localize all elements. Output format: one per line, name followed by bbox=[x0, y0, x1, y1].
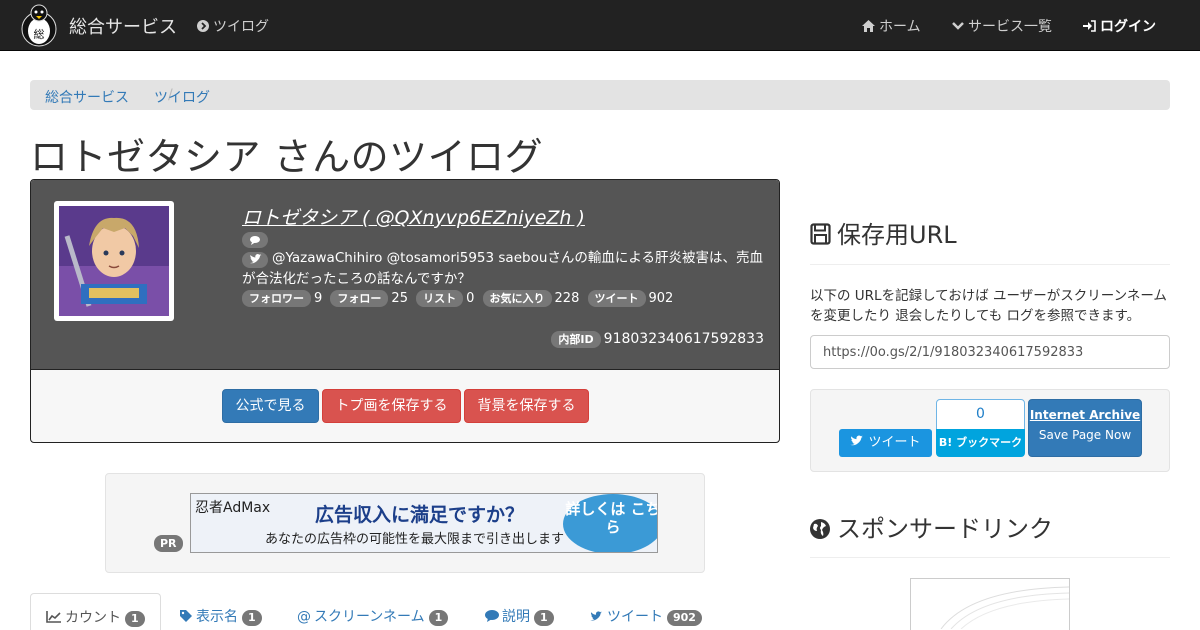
share-buttons: ツイート 0 B! ブックマーク Internet Archive Save P… bbox=[810, 389, 1170, 472]
sponsor-heading: スポンサードリンク bbox=[810, 509, 1053, 544]
ad-cta: 詳しくは こちら bbox=[563, 494, 657, 552]
followers-value: 9 bbox=[314, 291, 323, 306]
nav-services-label: サービス一覧 bbox=[968, 19, 1052, 35]
tweets-label: ツイート bbox=[587, 290, 646, 307]
favorites-value: 228 bbox=[554, 291, 580, 306]
twitter-icon bbox=[590, 611, 602, 621]
navbar: 総 総合サービス ツイログ ホーム サービス一覧 ログイン bbox=[0, 0, 1200, 51]
nav-tool-link[interactable]: ツイログ bbox=[197, 16, 269, 36]
save-background-button[interactable]: 背景を保存する bbox=[464, 389, 589, 423]
ad-banner[interactable]: 忍者AdMax 広告収入に満足ですか？ あなたの広告枠の可能性を最大限まで引き出… bbox=[190, 493, 658, 553]
profile-panel: ロトゼタシア ( @QXnyvp6EZniyeZh ) @YazawaChihi… bbox=[30, 179, 780, 443]
hatena-bookmark-count[interactable]: 0 bbox=[936, 399, 1025, 430]
tab-display-name-label: 表示名 bbox=[196, 609, 238, 625]
svg-text:総: 総 bbox=[34, 27, 45, 41]
tab-description[interactable]: 説明 1 bbox=[485, 593, 554, 630]
chart-line-icon bbox=[46, 611, 61, 623]
brand-title[interactable]: 総合サービス bbox=[69, 13, 177, 39]
followers-label: フォロワー bbox=[242, 290, 311, 307]
tab-tweets-label: ツイート bbox=[607, 609, 663, 625]
sponsor-ad-graphic bbox=[940, 586, 1070, 630]
internal-id-label: 内部ID bbox=[551, 331, 601, 348]
favorites-label: お気に入り bbox=[482, 290, 552, 307]
tab-screen-name[interactable]: @ スクリーンネーム 1 bbox=[297, 593, 449, 630]
tab-display-name[interactable]: 表示名 1 bbox=[180, 593, 262, 630]
internet-archive-title: Internet Archive bbox=[1029, 408, 1141, 422]
chevron-down-icon bbox=[952, 22, 964, 30]
comment-icon bbox=[250, 236, 260, 245]
breadcrumb-home-link[interactable]: 総合サービス bbox=[45, 87, 129, 107]
ad-box: 忍者AdMax 広告収入に満足ですか？ あなたの広告枠の可能性を最大限まで引き出… bbox=[105, 473, 705, 573]
lists-label: リスト bbox=[416, 290, 464, 307]
chevron-circle-right-icon bbox=[197, 20, 209, 32]
tab-screen-name-badge: 1 bbox=[428, 610, 449, 626]
save-url-title: 保存用URL bbox=[837, 221, 957, 249]
globe-icon bbox=[810, 519, 830, 539]
tag-icon bbox=[180, 610, 192, 622]
tweet-share-button[interactable]: ツイート bbox=[839, 429, 932, 457]
comment-icon bbox=[485, 610, 499, 622]
tweets-value: 902 bbox=[648, 291, 674, 306]
save-avatar-button[interactable]: トプ画を保存する bbox=[322, 389, 461, 423]
ad-brand: 忍者AdMax bbox=[195, 500, 271, 516]
nav-tool-label: ツイログ bbox=[213, 19, 269, 35]
breadcrumb-tool-link[interactable]: ツイログ bbox=[154, 87, 210, 107]
nav-services-dropdown[interactable]: サービス一覧 bbox=[952, 16, 1052, 36]
internet-archive-button[interactable]: Internet Archive Save Page Now bbox=[1028, 399, 1142, 457]
avatar-frame[interactable] bbox=[54, 201, 174, 321]
page-title: ロトゼタシア さんのツイログ bbox=[30, 135, 544, 179]
hatena-bookmark-button[interactable]: B! ブックマーク bbox=[936, 429, 1025, 457]
avatar bbox=[59, 206, 169, 316]
sponsor-title: スポンサードリンク bbox=[837, 515, 1053, 543]
following-label: フォロー bbox=[330, 290, 389, 307]
lists-value: 0 bbox=[466, 291, 475, 306]
ad-subline: あなたの広告枠の可能性を最大限まで引き出します bbox=[265, 532, 565, 547]
profile-bio: @YazawaChihiro @tosamori5953 saebouさんの輸血… bbox=[242, 250, 763, 287]
view-official-button[interactable]: 公式で見る bbox=[222, 389, 319, 423]
nav-home-label: ホーム bbox=[879, 19, 921, 35]
sign-in-icon bbox=[1083, 20, 1096, 32]
tab-count-badge: 1 bbox=[125, 611, 145, 627]
tab-tweets-badge: 902 bbox=[667, 610, 702, 626]
nav-home-link[interactable]: ホーム bbox=[862, 16, 921, 36]
sponsor-ad-frame[interactable] bbox=[910, 578, 1070, 630]
profile-name-link[interactable]: ロトゼタシア ( @QXnyvp6EZniyeZh ) bbox=[242, 203, 585, 230]
penguin-logo-icon[interactable]: 総 bbox=[18, 3, 60, 47]
internal-id: 内部ID 918032340617592833 bbox=[551, 331, 764, 348]
tab-count-label: カウント bbox=[65, 610, 121, 626]
home-icon bbox=[862, 20, 875, 32]
sponsor-divider bbox=[810, 557, 1170, 558]
breadcrumb: 総合サービス / ツイログ bbox=[30, 80, 1170, 110]
tab-description-badge: 1 bbox=[534, 610, 554, 626]
tab-display-name-badge: 1 bbox=[242, 610, 262, 626]
tab-screen-name-label: スクリーンネーム bbox=[314, 609, 425, 625]
tab-tweets[interactable]: ツイート 902 bbox=[590, 593, 702, 630]
save-url-input[interactable] bbox=[810, 335, 1170, 369]
save-icon bbox=[810, 223, 831, 245]
pr-badge: PR bbox=[154, 535, 183, 552]
internal-id-value: 918032340617592833 bbox=[603, 331, 764, 347]
at-icon: @ bbox=[297, 609, 311, 625]
ad-headline: 広告収入に満足ですか？ bbox=[315, 504, 525, 526]
tweet-share-label: ツイート bbox=[868, 435, 921, 450]
profile-header: ロトゼタシア ( @QXnyvp6EZniyeZh ) @YazawaChihi… bbox=[31, 180, 779, 370]
internet-archive-subtitle: Save Page Now bbox=[1038, 428, 1132, 442]
following-value: 25 bbox=[391, 291, 408, 306]
tabs: カウント 1 表示名 1 @ スクリーンネーム 1 説明 1 ツイート 902 bbox=[30, 593, 780, 630]
description-badge bbox=[242, 232, 268, 248]
save-url-divider bbox=[810, 264, 1170, 265]
twitter-icon bbox=[850, 435, 864, 446]
nav-login-label: ログイン bbox=[1100, 19, 1156, 35]
tab-description-label: 説明 bbox=[502, 609, 530, 625]
nav-login-link[interactable]: ログイン bbox=[1083, 16, 1156, 36]
save-url-heading: 保存用URL bbox=[810, 215, 957, 250]
tab-count[interactable]: カウント 1 bbox=[30, 593, 161, 630]
profile-stats: フォロワー 9 フォロー 25 リスト 0 お気に入り 228 ツイート 902 bbox=[242, 290, 677, 307]
save-url-description: 以下の URLを記録しておけば ユーザーがスクリーンネームを変更したり 退会した… bbox=[810, 288, 1167, 324]
